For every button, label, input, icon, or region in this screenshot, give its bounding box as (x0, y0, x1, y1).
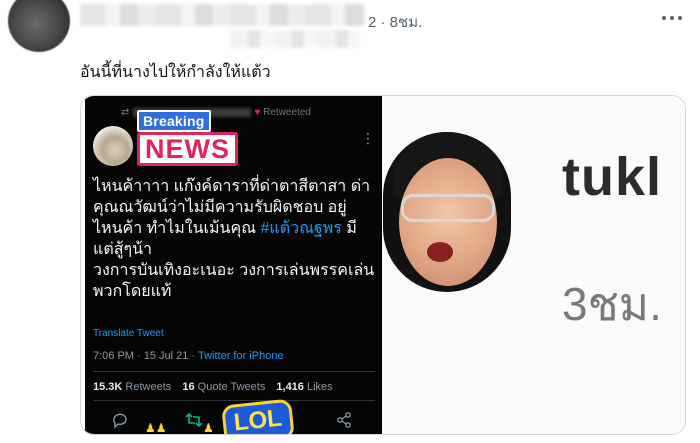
sticker-figure-icon: ♟♟ (145, 421, 167, 435)
face-shape (399, 158, 497, 286)
zoomed-username: tukl (562, 147, 663, 207)
reply-icon (111, 411, 129, 429)
mouth-shape (427, 242, 453, 262)
body-line: แต่สู้ๆน้า (93, 241, 152, 258)
body-line: ไหนค้าาาา แก๊งค์ดาราที่ด่าตาสีตาสา ด่า (93, 178, 371, 195)
sticker-figure-icon: ♟ (203, 421, 214, 435)
breaking-label: Breaking (137, 110, 211, 132)
body-line: วงการบันเทิงอะเนอะ วงการเล่นพรรคเล่น (93, 262, 375, 279)
retweeted-label: Retweeted (263, 107, 311, 118)
more-vertical-icon: ⋮ (361, 130, 375, 146)
divider (93, 400, 375, 401)
retweets-label: Retweets (125, 381, 172, 393)
embedded-tweet-body: ไหนค้าาาา แก๊งค์ดาราที่ด่าตาสีตาสา ด่า ค… (93, 176, 377, 302)
avatar[interactable] (8, 0, 70, 52)
body-line-part: ไหนค้า ทำไมในเม้นคุณ (93, 220, 257, 237)
hashtag: #แต้วณฐพร (260, 220, 342, 237)
likes-label: Likes (306, 381, 333, 393)
body-line: พวกโดยแท้ (93, 283, 172, 300)
translate-tweet-link: Translate Tweet (93, 328, 164, 339)
body-line: คุณณวัฒน์ว่าไม่มีความรับผิดชอบ อยู่ (93, 199, 347, 216)
body-line-part: มี (346, 220, 357, 237)
zoomed-profile-screenshot: tukl 3ชม. (382, 96, 685, 434)
lol-sticker: LOL (221, 398, 295, 434)
quotes-count: 16 (182, 381, 195, 393)
embedded-tweet-screenshot: ⇄ ♥ Retweeted Breaking NEWS ⋮ ไหนค้าาาา แ… (85, 96, 382, 435)
heart-icon: ♥ (254, 107, 261, 118)
embedded-profile-avatar (93, 126, 133, 166)
tweet-media-image[interactable]: ⇄ ♥ Retweeted Breaking NEWS ⋮ ไหนค้าาาา แ… (80, 95, 686, 435)
news-label: NEWS (137, 132, 238, 166)
blurred-username[interactable] (230, 30, 360, 48)
tweet-timestamp[interactable]: 2 · 8ชม. (368, 10, 422, 34)
timestamp-text: 7:06 PM · 15 Jul 21 · (93, 350, 198, 362)
quotes-label: Quote Tweets (197, 381, 266, 393)
likes-count: 1,416 (276, 381, 304, 393)
tweet-text: อันนี้ที่นางไปให้กำลังให้แต้ว (80, 64, 271, 81)
retweet-action-icon (185, 411, 203, 429)
tweet-stats: 15.3K Retweets 16 Quote Tweets 1,416 Lik… (93, 381, 333, 393)
body-line: ไหนค้า ทำไมในเม้นคุณ #แต้วณฐพร มี (93, 218, 377, 239)
embedded-timestamp: 7:06 PM · 15 Jul 21 · Twitter for iPhone (93, 350, 284, 362)
retweet-icon: ⇄ (121, 107, 130, 118)
tweet-source: Twitter for iPhone (197, 350, 284, 362)
zoomed-time: 3ชม. (562, 278, 662, 330)
blurred-display-name[interactable] (80, 4, 365, 26)
more-horizontal-icon[interactable] (658, 8, 686, 28)
profile-photo (383, 132, 511, 292)
share-icon (335, 411, 353, 429)
glasses-shape (401, 194, 495, 222)
retweets-count: 15.3K (93, 381, 123, 393)
divider (93, 371, 375, 372)
